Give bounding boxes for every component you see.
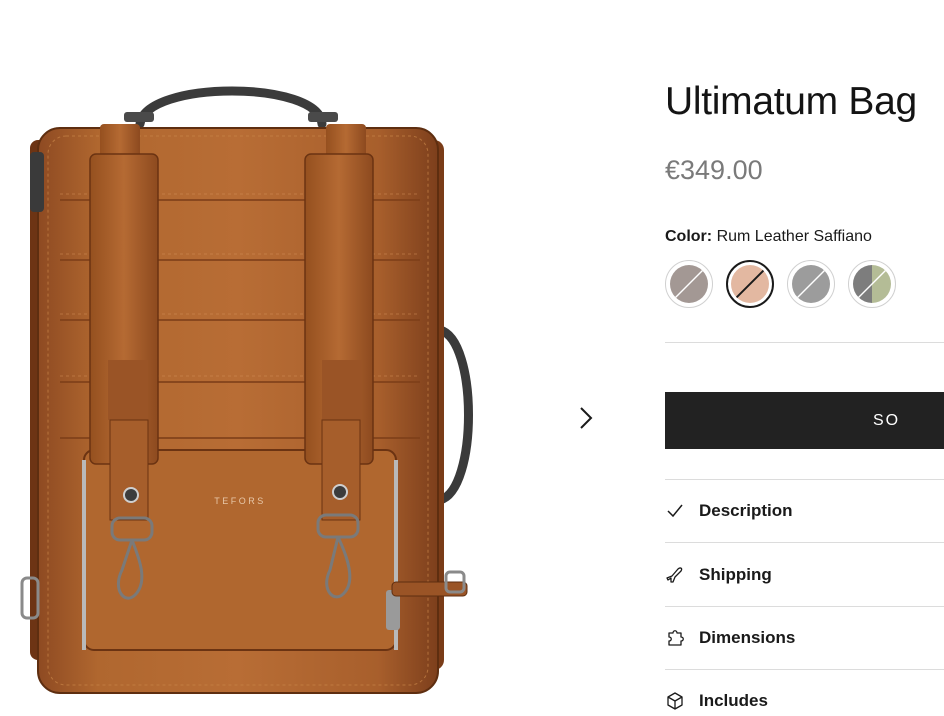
accordion-label: Includes — [699, 691, 768, 710]
color-value: Rum Leather Saffiano — [716, 228, 872, 245]
swatch-taupe-fill — [670, 265, 708, 303]
swatch-taupe[interactable] — [665, 260, 713, 308]
sold-out-label: SO — [873, 411, 901, 429]
brand-logo-text: TEFORS — [214, 496, 266, 506]
swatch-rum-fill — [731, 265, 769, 303]
next-image-button[interactable] — [566, 400, 606, 440]
divider — [665, 542, 944, 543]
accordion-label: Shipping — [699, 565, 772, 584]
accordion-label: Description — [699, 501, 793, 520]
accordion-description[interactable]: Description — [665, 491, 944, 531]
divider — [665, 342, 944, 343]
product-title: Ultimatum Bag — [665, 80, 917, 123]
product-price: €349.00 — [665, 155, 763, 185]
chevron-right-icon — [579, 406, 593, 435]
divider — [665, 479, 944, 480]
accordion-includes[interactable]: Includes — [665, 681, 944, 716]
check-icon — [665, 501, 685, 521]
divider — [665, 606, 944, 607]
color-selection-label: Color: Rum Leather Saffiano — [665, 228, 872, 246]
product-image[interactable]: TEFORS — [0, 70, 500, 716]
swatch-grey-fill — [792, 265, 830, 303]
swatch-rum[interactable] — [726, 260, 774, 308]
swatch-grey-green[interactable] — [848, 260, 896, 308]
product-info: Ultimatum Bag €349.00 Color: Rum Leather… — [665, 0, 944, 716]
accordion-label: Dimensions — [699, 628, 796, 647]
plane-icon — [665, 565, 685, 585]
puzzle-icon — [665, 628, 685, 648]
color-label: Color: — [665, 228, 713, 245]
sold-out-button[interactable]: SO — [665, 392, 944, 449]
accordion-shipping[interactable]: Shipping — [665, 555, 944, 595]
swatch-grey-green-fill — [853, 265, 891, 303]
swatch-grey[interactable] — [787, 260, 835, 308]
accordion-dimensions[interactable]: Dimensions — [665, 618, 944, 658]
divider — [665, 669, 944, 670]
product-page: TEFORS Ultimatum Bag €349.00 Color: Rum … — [0, 0, 944, 716]
color-swatches — [665, 260, 896, 308]
box-icon — [665, 691, 685, 711]
